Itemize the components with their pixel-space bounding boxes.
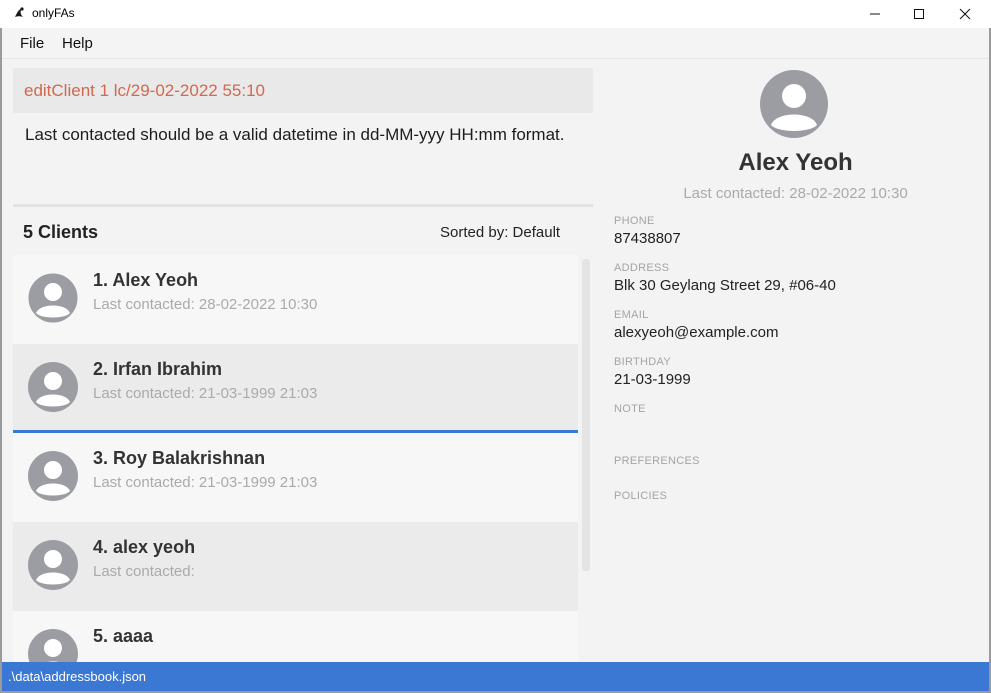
minimize-icon (870, 13, 880, 15)
client-count-header: 5 Clients (23, 222, 99, 242)
main-area: editClient 1 lc/29-02-2022 55:10 Last co… (2, 59, 989, 662)
birthday-value: 21-03-1999 (614, 371, 691, 388)
menu-help[interactable]: Help (62, 35, 93, 52)
maximize-icon (914, 9, 924, 19)
email-value: alexyeoh@example.com (614, 324, 779, 341)
address-label: ADDRESS (614, 262, 670, 274)
data-file-path: .\data\addressbook.json (8, 669, 147, 684)
client-card[interactable]: 5. aaaa (13, 611, 578, 662)
maximize-button[interactable] (896, 0, 942, 28)
avatar-icon (760, 70, 828, 138)
detail-last-contacted: Last contacted: 28-02-2022 10:30 (683, 185, 908, 202)
client-last-contacted: Last contacted: (93, 563, 195, 580)
close-button[interactable] (942, 0, 988, 28)
policies-label: POLICIES (614, 490, 668, 502)
avatar-icon (28, 629, 78, 662)
detail-client-name: Alex Yeoh (738, 149, 853, 176)
menu-bar: File Help (2, 28, 989, 59)
note-label: NOTE (614, 403, 646, 415)
birthday-label: BIRTHDAY (614, 356, 672, 368)
sort-label: Sorted by: Default (440, 224, 561, 241)
app-logo-icon (15, 7, 24, 17)
list-scrollbar[interactable] (582, 259, 590, 571)
command-input[interactable]: editClient 1 lc/29-02-2022 55:10 (24, 81, 265, 101)
panel-divider (13, 204, 593, 207)
minimize-button[interactable] (852, 0, 898, 28)
client-card[interactable]: 2. Irfan Ibrahim Last contacted: 21-03-1… (13, 344, 578, 433)
client-detail-panel: Alex Yeoh Last contacted: 28-02-2022 10:… (602, 59, 989, 662)
avatar-icon (28, 451, 78, 501)
close-icon (959, 8, 971, 20)
client-last-contacted: Last contacted: 28-02-2022 10:30 (93, 296, 318, 313)
result-display: Last contacted should be a valid datetim… (25, 125, 565, 144)
client-name: 2. Irfan Ibrahim (93, 359, 223, 379)
phone-label: PHONE (614, 215, 655, 227)
client-name: 4. alex yeoh (93, 537, 196, 557)
client-last-contacted: Last contacted: 21-03-1999 21:03 (93, 385, 318, 402)
client-card[interactable]: 4. alex yeoh Last contacted: (13, 522, 578, 611)
client-name: 5. aaaa (93, 626, 154, 646)
avatar-icon (27, 272, 79, 324)
menu-file[interactable]: File (20, 35, 44, 52)
email-label: EMAIL (614, 309, 649, 321)
preferences-label: PREFERENCES (614, 455, 700, 467)
command-box[interactable]: editClient 1 lc/29-02-2022 55:10 (13, 68, 593, 113)
avatar-icon (28, 362, 78, 412)
client-card[interactable]: 1. Alex Yeoh Last contacted: 28-02-2022 … (13, 255, 578, 344)
phone-value: 87438807 (614, 230, 681, 247)
client-name: 1. Alex Yeoh (93, 270, 199, 290)
client-last-contacted: Last contacted: 21-03-1999 21:03 (93, 474, 318, 491)
status-bar: .\data\addressbook.json (2, 662, 989, 691)
window-border-left (0, 28, 2, 693)
window-title: onlyFAs (32, 6, 75, 20)
client-list[interactable]: 1. Alex Yeoh Last contacted: 28-02-2022 … (13, 255, 593, 662)
address-value: Blk 30 Geylang Street 29, #06-40 (614, 277, 836, 294)
avatar-icon (28, 540, 78, 590)
title-bar: onlyFAs (0, 0, 991, 28)
client-card[interactable]: 3. Roy Balakrishnan Last contacted: 21-0… (13, 433, 578, 522)
client-name: 3. Roy Balakrishnan (93, 448, 266, 468)
